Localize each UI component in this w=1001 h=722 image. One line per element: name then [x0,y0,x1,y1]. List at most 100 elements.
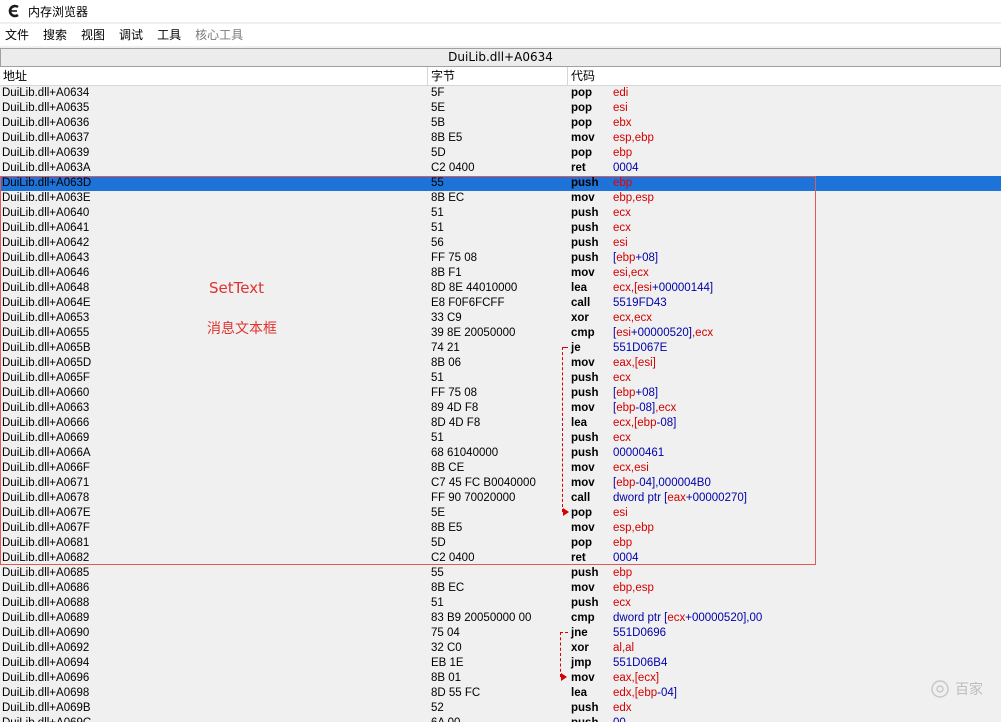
disasm-row[interactable]: DuiLib.dll+A0692 32 C0 xor al,al [0,641,1001,656]
row-bytes: 83 B9 20050000 00 [431,612,532,624]
disasm-row[interactable]: DuiLib.dll+A065D 8B 06 mov eax,[esi] [0,356,1001,371]
disasm-row[interactable]: DuiLib.dll+A069C 6A 00 push 00 [0,716,1001,722]
row-bytes: 5E [431,507,446,519]
disasm-row[interactable]: DuiLib.dll+A0642 56 push esi [0,236,1001,251]
disasm-row[interactable]: DuiLib.dll+A0685 55 push ebp [0,566,1001,581]
disasm-row[interactable]: DuiLib.dll+A067F 8B E5 mov esp,ebp [0,521,1001,536]
operand-part: 0004 [613,552,639,564]
row-opcode: je [571,342,581,354]
address-bar[interactable]: DuiLib.dll+A0634 [0,48,1001,67]
disasm-row[interactable]: DuiLib.dll+A0655 39 8E 20050000 cmp [esi+00… [0,326,1001,341]
row-bytes: FF 75 08 [431,387,478,399]
disasm-row[interactable]: DuiLib.dll+A066A 68 61040000 push 00000461 [0,446,1001,461]
row-opcode: mov [571,522,595,534]
disasm-row[interactable]: DuiLib.dll+A0689 83 B9 20050000 00 cmp dwor… [0,611,1001,626]
row-operands: ebp [613,146,632,161]
disasm-row[interactable]: DuiLib.dll+A0640 51 push ecx [0,206,1001,221]
disasm-row[interactable]: DuiLib.dll+A069B 52 push edx [0,701,1001,716]
menu-item-4[interactable]: 工具 [150,24,188,46]
row-bytes: E8 F0F6FCFF [431,297,505,309]
disasm-row[interactable]: DuiLib.dll+A0678 FF 90 70020000 call dword … [0,491,1001,506]
disasm-row[interactable]: DuiLib.dll+A0641 51 push ecx [0,221,1001,236]
disasm-row[interactable]: DuiLib.dll+A0694 EB 1E jmp 551D06B4 [0,656,1001,671]
column-bytes[interactable]: 字节 [428,67,568,85]
watermark: 百家 [929,678,983,700]
disasm-row[interactable]: DuiLib.dll+A0681 5D pop ebp [0,536,1001,551]
disasm-row[interactable]: DuiLib.dll+A065B 74 21 je 551D067E [0,341,1001,356]
row-operands: ebp [613,176,632,191]
row-bytes: 5B [431,117,446,129]
disasm-row[interactable]: DuiLib.dll+A063D 55 push ebp [0,176,1001,191]
row-opcode: cmp [571,327,595,339]
menu-item-2[interactable]: 视图 [74,24,112,46]
disasm-row[interactable]: DuiLib.dll+A0698 8D 55 FC lea edx,[ebp-04] [0,686,1001,701]
disasm-row[interactable]: DuiLib.dll+A0660 FF 75 08 push [ebp+08] [0,386,1001,401]
row-opcode: mov [571,132,595,144]
disasm-row[interactable]: DuiLib.dll+A063E 8B EC mov ebp,esp [0,191,1001,206]
disasm-row[interactable]: DuiLib.dll+A0688 51 push ecx [0,596,1001,611]
row-operands: [ebp+08] [613,251,658,266]
disasm-row[interactable]: DuiLib.dll+A065F 51 push ecx [0,371,1001,386]
row-address: DuiLib.dll+A0643 [2,252,90,264]
row-address: DuiLib.dll+A065D [2,357,92,369]
row-operands: edi [613,86,628,101]
disasm-row[interactable]: DuiLib.dll+A0639 5D pop ebp [0,146,1001,161]
disasm-row[interactable]: DuiLib.dll+A0653 33 C9 xor ecx,ecx [0,311,1001,326]
row-opcode: mov [571,672,595,684]
row-address: DuiLib.dll+A067E [2,507,91,519]
row-opcode: cmp [571,612,595,624]
row-operands: 551D067E [613,341,667,356]
disasm-row[interactable]: DuiLib.dll+A0690 75 04 jne 551D0696 [0,626,1001,641]
disasm-row[interactable]: DuiLib.dll+A0634 5F pop edi [0,86,1001,101]
menu-item-5[interactable]: 核心工具 [188,24,250,46]
operand-part: ecx [613,207,631,219]
row-opcode: push [571,252,599,264]
menu-item-3[interactable]: 调试 [112,24,150,46]
disasm-row[interactable]: DuiLib.dll+A0663 89 4D F8 mov [ebp-08],ecx [0,401,1001,416]
disasm-row[interactable]: DuiLib.dll+A063A C2 0400 ret 0004 [0,161,1001,176]
disasm-row[interactable]: DuiLib.dll+A0636 5B pop ebx [0,116,1001,131]
row-address: DuiLib.dll+A0660 [2,387,90,399]
row-operands: 00000461 [613,446,664,461]
row-opcode: push [571,567,599,579]
row-opcode: push [571,237,599,249]
row-bytes: 6A 00 [431,716,460,722]
row-opcode: pop [571,147,593,159]
column-address[interactable]: 地址 [0,67,428,85]
row-opcode: pop [571,117,593,129]
disasm-row[interactable]: DuiLib.dll+A0682 C2 0400 ret 0004 [0,551,1001,566]
disasm-row[interactable]: DuiLib.dll+A067E 5E pop esi [0,506,1001,521]
disasm-row[interactable]: DuiLib.dll+A064E E8 F0F6FCFF call 5519FD43 [0,296,1001,311]
disasm-row[interactable]: DuiLib.dll+A0646 8B F1 mov esi,ecx [0,266,1001,281]
operand-part: edi [613,87,629,99]
row-operands: 00 [613,716,626,722]
column-code[interactable]: 代码 [568,67,1001,85]
jump-start-line-2 [560,632,568,633]
operand-part: +08] [635,252,659,264]
disasm-row[interactable]: DuiLib.dll+A0669 51 push ecx [0,431,1001,446]
disasm-row[interactable]: DuiLib.dll+A0686 8B EC mov ebp,esp [0,581,1001,596]
disasm-row[interactable]: DuiLib.dll+A0643 FF 75 08 push [ebp+08] [0,251,1001,266]
disasm-row[interactable]: DuiLib.dll+A0671 C7 45 FC B0040000 mov [ebp… [0,476,1001,491]
row-address: DuiLib.dll+A063A [2,162,91,174]
row-operands: esi [613,236,628,251]
row-address: DuiLib.dll+A0685 [2,567,90,579]
disassembly-list[interactable]: DuiLib.dll+A0634 5F pop edi DuiLib.dll+A0635… [0,86,1001,722]
operand-part: +00000144] [652,282,714,294]
operand-part: -04] [657,687,677,699]
operand-part: al,al [613,642,635,654]
disasm-row[interactable]: DuiLib.dll+A0696 8B 01 mov eax,[ecx] [0,671,1001,686]
row-address: DuiLib.dll+A0666 [2,417,90,429]
disasm-row[interactable]: DuiLib.dll+A0666 8D 4D F8 lea ecx,[ebp-08] [0,416,1001,431]
disasm-row[interactable]: DuiLib.dll+A066F 8B CE mov ecx,esi [0,461,1001,476]
jump-arrow-icon-2 [561,673,567,681]
row-address: DuiLib.dll+A067F [2,522,90,534]
disasm-row[interactable]: DuiLib.dll+A0648 8D 8E 44010000 lea ecx,[es… [0,281,1001,296]
row-operands: ecx [613,206,631,221]
cheat-engine-icon [6,3,22,19]
disasm-row[interactable]: DuiLib.dll+A0637 8B E5 mov esp,ebp [0,131,1001,146]
menu-item-0[interactable]: 文件 [0,24,36,46]
menu-item-1[interactable]: 搜索 [36,24,74,46]
row-address: DuiLib.dll+A069C [2,716,91,722]
disasm-row[interactable]: DuiLib.dll+A0635 5E pop esi [0,101,1001,116]
